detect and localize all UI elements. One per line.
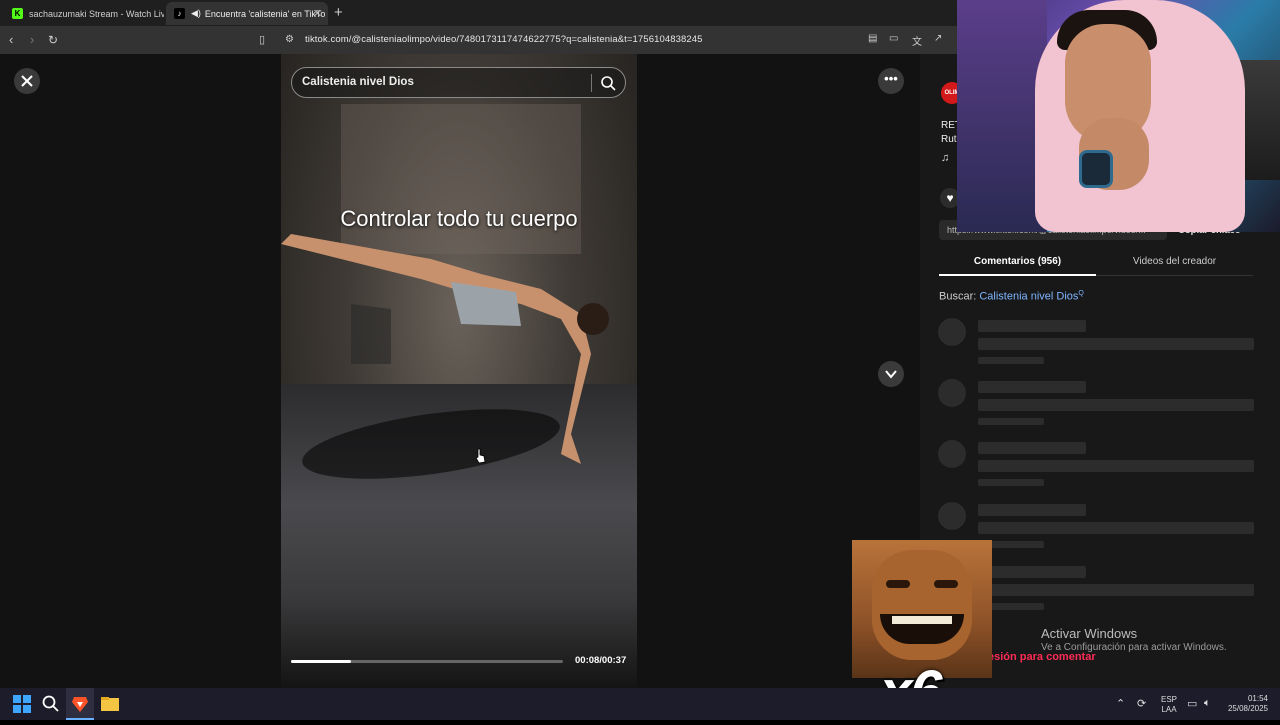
url-field[interactable]: tiktok.com/@calisteniaolimpo/video/74801…: [305, 34, 703, 45]
chevron-down-icon: [885, 370, 897, 379]
heart-icon: ♥: [946, 191, 954, 205]
video-search-bar[interactable]: Calistenia nivel Dios: [291, 67, 626, 98]
close-video-button[interactable]: [14, 68, 40, 94]
search-icon[interactable]: [41, 694, 61, 714]
close-tab-icon[interactable]: ✕: [313, 7, 322, 20]
audio-icon: ◀): [191, 8, 201, 18]
tab-title: sachauzumaki Stream - Watch Live o: [29, 8, 164, 19]
windows-start-icon[interactable]: [12, 694, 32, 714]
search-icon[interactable]: [599, 74, 617, 92]
reload-icon[interactable]: ↻: [48, 32, 58, 48]
forward-icon[interactable]: ›: [30, 32, 34, 48]
network-icon[interactable]: ▭: [1187, 697, 1197, 710]
login-to-comment-link[interactable]: esión para comentar: [988, 651, 1096, 663]
comment-skeleton: [938, 318, 1254, 368]
comment-skeleton: [938, 379, 1254, 429]
clock-date: 25/08/2025: [1227, 704, 1268, 713]
more-options-button[interactable]: •••: [878, 68, 904, 94]
close-icon: [21, 75, 33, 87]
music-icon[interactable]: ♫: [941, 152, 949, 164]
next-video-button[interactable]: [878, 361, 904, 387]
sync-icon[interactable]: ⟳: [1137, 697, 1146, 710]
search-divider: [591, 74, 592, 92]
brave-browser-icon: [72, 697, 88, 712]
video-progress-bar[interactable]: [291, 660, 563, 663]
kick-icon: K: [12, 8, 23, 19]
bookmark-icon[interactable]: ▯: [259, 32, 265, 48]
athlete-figure: [281, 234, 609, 464]
video-caption: Controlar todo tu cuerpo: [340, 206, 578, 231]
search-sup-icon: Q: [1078, 290, 1084, 297]
volume-icon[interactable]: 🔈︎: [1204, 697, 1211, 710]
chevron-up-icon[interactable]: ⌃: [1116, 697, 1125, 710]
activate-windows-title: Activar Windows: [1041, 626, 1138, 641]
windows-taskbar: [0, 688, 1280, 720]
tab-comments[interactable]: Comentarios (956): [939, 250, 1096, 276]
search-query-link[interactable]: Calistenia nivel Dios: [979, 291, 1078, 303]
reader-mode-icon[interactable]: ▤: [868, 33, 877, 44]
tab-tiktok[interactable]: ♪ ◀) Encuentra 'calistenia' en TikTo ✕: [166, 2, 328, 25]
video-progress-fill: [291, 660, 351, 663]
comment-search-hint: Buscar: Calistenia nivel DiosQ: [939, 290, 1084, 303]
video-title-line2: Rut: [941, 134, 957, 145]
language-layout: LAA: [1161, 705, 1177, 714]
webcam-shelf: [957, 0, 1047, 232]
tab-creator-videos[interactable]: Videos del creador: [1096, 250, 1253, 276]
video-time: 00:08/00:37: [575, 655, 627, 666]
tiktok-icon: ♪: [174, 8, 185, 19]
translate-icon[interactable]: 文: [912, 33, 922, 48]
cast-icon[interactable]: ▭: [889, 33, 898, 44]
tab-title: Encuentra 'calistenia' en TikTo: [204, 8, 326, 19]
streamer-watch: [1079, 150, 1113, 188]
back-icon[interactable]: ‹: [9, 32, 13, 48]
search-prefix: Buscar:: [939, 290, 977, 303]
input-language[interactable]: ESP LAA: [1161, 695, 1177, 715]
meme-eye: [886, 580, 910, 588]
site-settings-icon[interactable]: ⚙: [285, 32, 294, 48]
new-tab-button[interactable]: +: [334, 4, 343, 21]
share-icon[interactable]: ↗: [934, 33, 942, 44]
file-explorer-icon[interactable]: [100, 694, 120, 714]
brave-taskbar-button[interactable]: [66, 688, 94, 720]
search-input[interactable]: Calistenia nivel Dios: [302, 76, 414, 88]
clock-time: 01:54: [1247, 694, 1268, 703]
system-clock[interactable]: 01:54 25/08/2025: [1226, 694, 1268, 714]
language-code: ESP: [1161, 695, 1178, 704]
tab-kick-stream[interactable]: K sachauzumaki Stream - Watch Live o: [4, 2, 164, 25]
meme-eye: [934, 580, 958, 588]
meme-teeth: [892, 616, 952, 624]
comment-skeleton: [938, 440, 1254, 490]
streamer-webcam: [957, 0, 1280, 232]
video-player[interactable]: Controlar todo tu cuerpo: [281, 54, 637, 688]
hand-cursor-icon: [475, 448, 486, 464]
